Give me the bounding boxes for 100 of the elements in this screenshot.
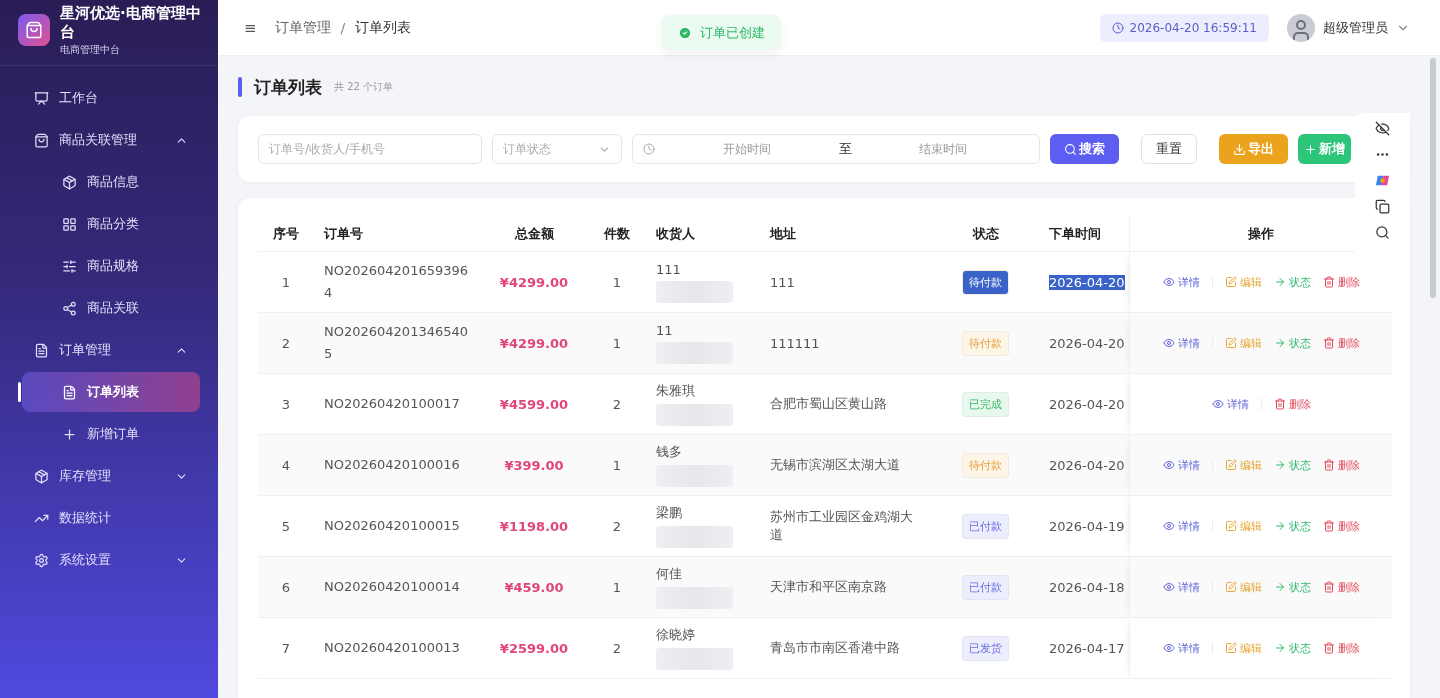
menu-toggle[interactable]: ≡ bbox=[244, 18, 257, 37]
status-link[interactable]: 状态 bbox=[1273, 518, 1311, 534]
view-link[interactable]: 详情 bbox=[1162, 518, 1200, 534]
delete-link[interactable]: 删除 bbox=[1273, 396, 1311, 412]
order-time: 2026-04-19 bbox=[1049, 518, 1125, 534]
delete-link[interactable]: 删除 bbox=[1322, 457, 1360, 473]
breadcrumb-link[interactable]: 订单列表 bbox=[355, 18, 412, 37]
delete-link[interactable]: 删除 bbox=[1322, 518, 1360, 534]
delete-link[interactable]: 删除 bbox=[1322, 335, 1360, 351]
sidebar-item[interactable]: 系统设置 bbox=[22, 540, 200, 580]
table-cell-text: 111111 bbox=[769, 334, 821, 353]
arrow-right-icon bbox=[1273, 581, 1286, 593]
order-time: 2026-04-20 bbox=[1049, 457, 1125, 473]
shopping-bag-icon bbox=[34, 132, 49, 148]
search-field[interactable]: 订单号/收货人/手机号 bbox=[258, 134, 482, 164]
success-toast: 订单已创建 bbox=[662, 15, 781, 50]
search-icon bbox=[1064, 142, 1077, 156]
eye-off-icon[interactable] bbox=[1375, 121, 1390, 136]
sidebar-item[interactable]: 商品规格 bbox=[22, 246, 200, 286]
view-link[interactable]: 详情 bbox=[1162, 335, 1200, 351]
user-name[interactable]: 超级管理员 bbox=[1323, 18, 1388, 37]
view-link[interactable]: 详情 bbox=[1162, 640, 1200, 656]
plus-icon bbox=[1304, 142, 1317, 156]
page-title: 订单列表 bbox=[254, 75, 322, 99]
status-link[interactable]: 状态 bbox=[1273, 640, 1311, 656]
trash-icon bbox=[1322, 276, 1335, 288]
status-tag: 已付款 bbox=[962, 574, 1009, 600]
sidebar-item[interactable]: 商品分类 bbox=[22, 204, 200, 244]
eye-icon bbox=[1162, 642, 1175, 654]
receiver-name: 朱雅琪 bbox=[656, 382, 696, 400]
sidebar-item[interactable]: 新增订单 bbox=[22, 414, 200, 454]
breadcrumb-separator: / bbox=[340, 19, 346, 36]
edit-icon bbox=[1224, 642, 1237, 654]
colorful-logo-icon[interactable] bbox=[1375, 173, 1390, 188]
order-time: 2026-04-18 bbox=[1049, 579, 1125, 595]
receiver-name: 何佳 bbox=[656, 565, 683, 583]
order-amount: ¥459.00 bbox=[504, 579, 564, 595]
view-link[interactable]: 详情 bbox=[1162, 274, 1200, 290]
status-tag: 待付款 bbox=[962, 452, 1009, 478]
order-number: NO20260420100013 bbox=[324, 639, 460, 657]
trash-icon bbox=[1322, 459, 1335, 471]
order-amount: ¥4299.00 bbox=[499, 335, 569, 351]
eye-icon bbox=[1162, 276, 1175, 288]
document-icon bbox=[34, 342, 49, 358]
package-icon bbox=[34, 468, 49, 484]
grid-icon bbox=[62, 216, 77, 232]
delete-link[interactable]: 删除 bbox=[1322, 579, 1360, 595]
view-link[interactable]: 详情 bbox=[1162, 579, 1200, 595]
datetime-badge: 2026-04-20 16:59:11 bbox=[1099, 13, 1269, 42]
trash-icon bbox=[1273, 398, 1286, 410]
sidebar-item[interactable]: 工作台 bbox=[22, 78, 200, 118]
receiver-name: 徐晓婷 bbox=[656, 626, 696, 644]
delete-link[interactable]: 删除 bbox=[1322, 640, 1360, 656]
status-link[interactable]: 状态 bbox=[1273, 457, 1311, 473]
arrow-right-icon bbox=[1273, 337, 1286, 349]
sidebar-item[interactable]: 库存管理 bbox=[22, 456, 200, 496]
search-button[interactable]: 搜索 bbox=[1050, 134, 1119, 164]
scrollbar-thumb[interactable] bbox=[1430, 58, 1436, 298]
eye-icon bbox=[1211, 398, 1224, 410]
status-link[interactable]: 状态 bbox=[1273, 335, 1311, 351]
date-range-field[interactable]: 开始时间 至 结束时间 bbox=[632, 134, 1040, 164]
edit-icon bbox=[1224, 520, 1237, 532]
arrow-right-icon bbox=[1273, 520, 1286, 532]
breadcrumb-link[interactable]: 订单管理 bbox=[274, 18, 331, 37]
avatar[interactable] bbox=[1287, 13, 1315, 42]
sidebar-item[interactable]: 商品信息 bbox=[22, 162, 200, 202]
sidebar-item[interactable]: 商品关联管理 bbox=[22, 120, 200, 160]
check-circle-icon bbox=[678, 25, 692, 40]
view-link[interactable]: 详情 bbox=[1211, 396, 1249, 412]
sidebar-item[interactable]: 订单管理 bbox=[22, 330, 200, 370]
table-cell-text: 合肥市蜀山区黄山路 bbox=[769, 395, 888, 413]
receiver-name: 111 bbox=[656, 261, 682, 277]
view-link[interactable]: 详情 bbox=[1162, 457, 1200, 473]
order-number: NO20260420100016 bbox=[324, 456, 460, 474]
order-amount: ¥399.00 bbox=[504, 457, 564, 473]
search-icon[interactable] bbox=[1375, 225, 1390, 240]
table-cell-text: 1 bbox=[611, 334, 623, 353]
reset-button[interactable]: 重置 bbox=[1141, 134, 1197, 164]
table-cell-text: 3 bbox=[280, 395, 292, 414]
arrow-right-icon bbox=[1273, 642, 1286, 654]
table-cell-text: 111 bbox=[769, 273, 796, 292]
table-cell-text: 1 bbox=[611, 456, 623, 475]
arrow-right-icon bbox=[1273, 459, 1286, 471]
edit-icon bbox=[1224, 276, 1237, 288]
order-number: NO20260420100014 bbox=[324, 578, 460, 596]
sidebar-item[interactable]: 商品关联 bbox=[22, 288, 200, 328]
table-cell-text: 2 bbox=[611, 639, 623, 658]
status-link[interactable]: 状态 bbox=[1273, 274, 1311, 290]
copy-icon[interactable] bbox=[1375, 199, 1390, 214]
column-header: 下单时间 bbox=[1048, 224, 1102, 243]
delete-link[interactable]: 删除 bbox=[1322, 274, 1360, 290]
trash-icon bbox=[1322, 642, 1335, 654]
column-header: 序号 bbox=[272, 224, 300, 243]
sidebar-item[interactable]: 数据统计 bbox=[22, 498, 200, 538]
order-amount: ¥1198.00 bbox=[499, 518, 569, 534]
table-cell-text: 1 bbox=[611, 273, 623, 292]
sliders-icon bbox=[62, 258, 77, 274]
title-accent-bar bbox=[238, 77, 242, 97]
receiver-name: 11 bbox=[656, 322, 674, 338]
status-link[interactable]: 状态 bbox=[1273, 579, 1311, 595]
